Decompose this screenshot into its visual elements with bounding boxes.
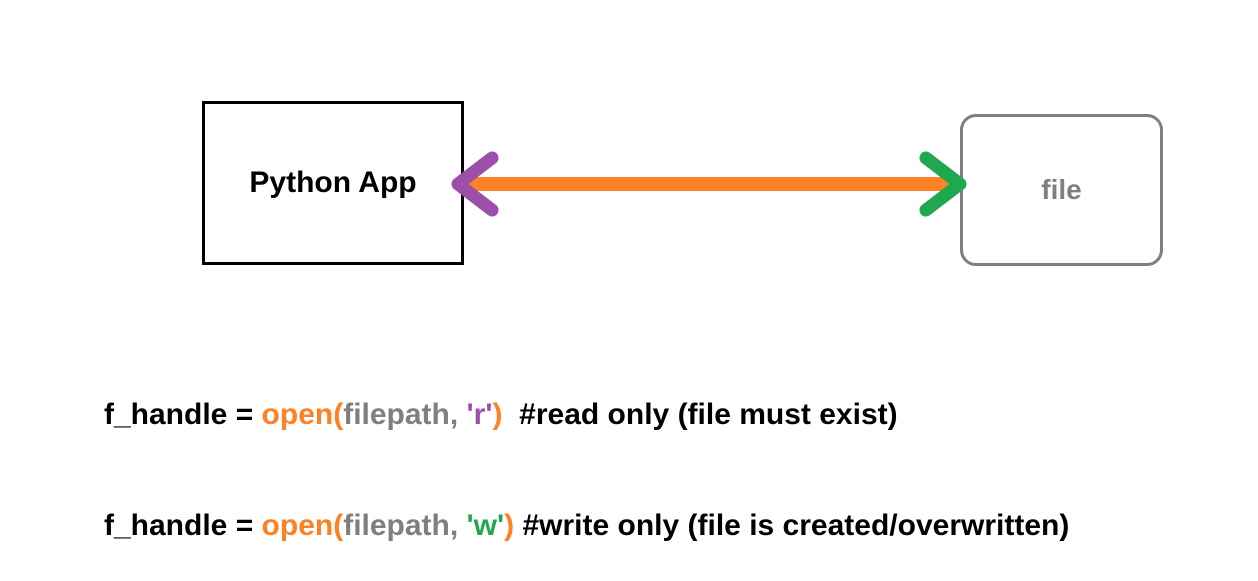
python-app-label: Python App [249,166,417,199]
code-snippet: f_handle = open(filepath, 'r') #read onl… [104,322,1069,581]
code-filepath-arg: filepath, [343,398,467,431]
file-label: file [1041,174,1082,205]
code-write-mode: 'w' [466,509,505,542]
write-arrowhead-icon [919,151,967,217]
code-line-read: f_handle = open(filepath, 'r') #read onl… [104,396,1069,433]
code-comment-write: #write only (file is created/overwritten… [514,509,1070,542]
code-line-write: f_handle = open(filepath, 'w') #write on… [104,507,1069,544]
code-prefix: f_handle = [104,398,262,431]
code-prefix: f_handle = [104,509,262,542]
code-close-paren: ) [504,509,515,542]
code-comment-read: #read only (file must exist) [502,398,898,431]
code-read-mode: 'r' [466,398,493,431]
file-box: file [960,114,1163,266]
code-close-paren: ) [492,398,503,431]
code-open-func: open( [261,509,344,542]
code-filepath-arg: filepath, [343,509,467,542]
code-open-func: open( [261,398,344,431]
python-app-box: Python App [202,101,464,265]
